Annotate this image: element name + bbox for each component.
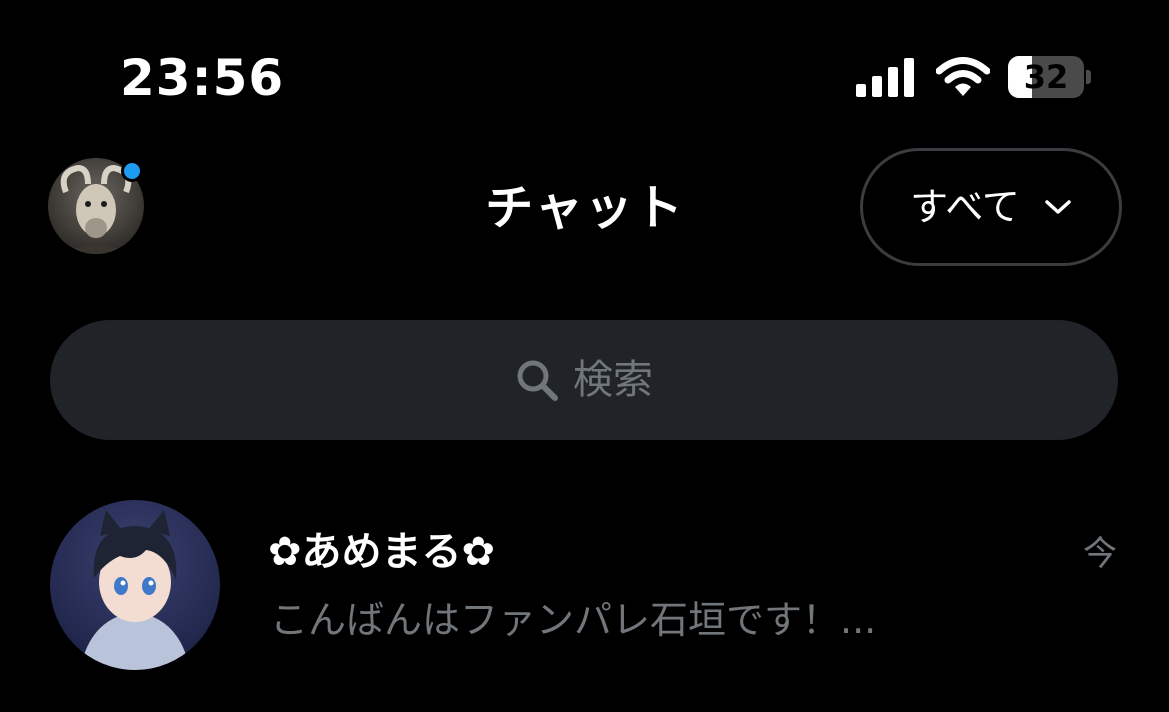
chat-message-preview: こんばんはファンパレ石垣です！...: [270, 598, 877, 642]
search-icon: [517, 360, 558, 401]
cellular-signal-icon: [856, 58, 914, 97]
search-input[interactable]: 検索: [50, 320, 1118, 440]
chat-list-item[interactable]: ✿あめまる✿ 今 こんばんはファンパレ石垣です！...: [0, 490, 1169, 690]
wifi-icon: [936, 57, 990, 96]
filter-dropdown-button[interactable]: すべて: [860, 148, 1122, 266]
status-time: 23:56: [120, 49, 285, 107]
online-indicator: [121, 160, 143, 182]
filter-label: すべて: [910, 185, 1020, 229]
search-placeholder: 検索: [573, 357, 653, 403]
page-title: チャット: [485, 180, 685, 236]
anime-avatar-image: [50, 500, 220, 670]
chat-timestamp: 今: [1083, 534, 1117, 574]
battery-icon: 32: [1008, 56, 1091, 98]
chevron-down-icon: [1045, 200, 1071, 214]
chat-avatar: [50, 500, 220, 670]
battery-level: 32: [1023, 58, 1069, 96]
chat-name: ✿あめまる✿: [268, 529, 496, 575]
